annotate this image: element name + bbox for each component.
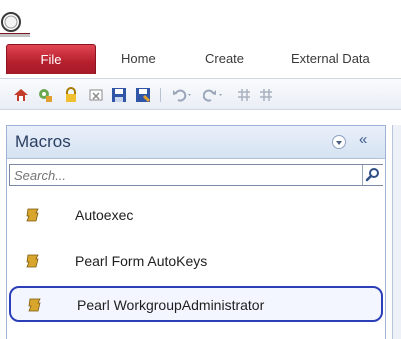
macro-icon [25,253,41,269]
undo-icon[interactable] [172,87,194,103]
list-item[interactable]: Pearl Form AutoKeys [9,246,383,276]
navigation-pane: Macros « Autoexec Pearl Form AutoKeys Pe… [6,125,386,339]
save-as-icon[interactable] [135,87,151,103]
lock-icon[interactable] [63,87,79,103]
collapse-pane-button[interactable]: « [359,131,367,148]
tab-create[interactable]: Create [205,44,244,74]
search-box [9,164,383,186]
search-input[interactable] [12,166,351,184]
nav-pane-title[interactable]: Macros [15,132,71,152]
home-icon[interactable] [13,87,29,103]
list-item-label: Pearl WorkgroupAdministrator [77,297,265,313]
close-icon[interactable] [88,87,104,103]
list-item-label: Pearl Form AutoKeys [75,253,208,269]
macro-icon [27,297,43,313]
redo-icon[interactable] [202,87,225,103]
list-item-selected[interactable]: Pearl WorkgroupAdministrator [9,286,383,322]
tools-icon[interactable] [37,87,53,103]
separator [158,87,164,103]
chevron-down-icon[interactable] [332,135,346,149]
macro-icon [25,207,41,223]
list-item[interactable]: Autoexec [9,200,383,230]
tab-file[interactable]: File [6,44,96,74]
search-icon[interactable] [362,165,383,185]
save-icon[interactable] [111,87,127,103]
grid-icon[interactable] [236,87,252,103]
quick-access-toolbar [0,78,401,110]
tab-external-data[interactable]: External Data [291,44,370,74]
ribbon-tabs: File Home Create External Data [0,44,401,74]
pane-splitter[interactable] [392,125,401,339]
tab-home[interactable]: Home [121,44,156,74]
app-icon[interactable] [0,0,30,40]
nav-pane-header: Macros « [7,126,385,159]
grid-icon[interactable] [258,87,274,103]
list-item-label: Autoexec [75,207,134,223]
